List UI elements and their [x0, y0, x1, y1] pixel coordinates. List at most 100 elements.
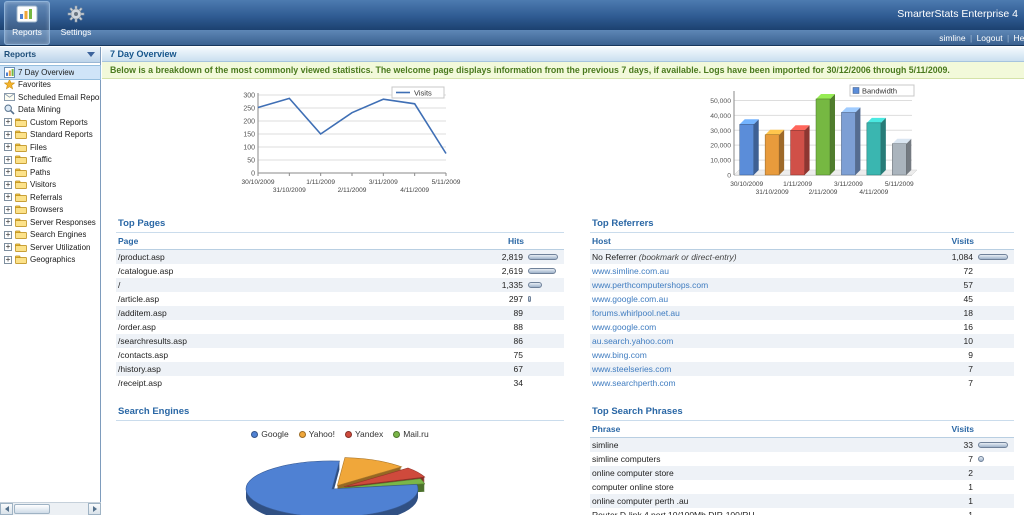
expand-plus-icon[interactable]: + — [4, 193, 12, 201]
mining-icon — [4, 104, 15, 115]
user-link-logout[interactable]: Logout — [977, 33, 1003, 43]
sidebar-tree: 7 Day OverviewFavorites Scheduled Email R… — [0, 63, 100, 266]
sidebar-item-data-mining[interactable]: Data Mining — [0, 104, 100, 117]
value-bar — [528, 268, 556, 274]
svg-text:31/10/2009: 31/10/2009 — [756, 189, 789, 196]
app-brand: SmarterStats Enterprise 4 — [897, 8, 1018, 20]
sidebar-item-label: Favorites — [18, 80, 51, 89]
expand-plus-icon[interactable]: + — [4, 131, 12, 139]
collapse-arrow-icon[interactable] — [87, 52, 95, 57]
top-referrers-title: Top Referrers — [590, 216, 1014, 233]
row-link[interactable]: au.search.yahoo.com — [592, 336, 673, 346]
expand-plus-icon[interactable]: + — [4, 243, 12, 251]
sidebar-header[interactable]: Reports — [0, 47, 100, 63]
search-engines-pie-chart — [228, 443, 564, 515]
row-link[interactable]: www.steelseries.com — [592, 364, 671, 374]
legend-yahoo: Yahoo! — [299, 429, 335, 439]
svg-text:1/11/2009: 1/11/2009 — [783, 181, 812, 188]
top-pages-title: Top Pages — [116, 216, 564, 233]
sidebar-item-custom-reports[interactable]: +Custom Reports — [0, 116, 100, 129]
svg-text:5/11/2009: 5/11/2009 — [885, 181, 914, 188]
svg-text:200: 200 — [243, 119, 255, 126]
scroll-right-button[interactable] — [88, 503, 101, 515]
sidebar-item-traffic[interactable]: +Traffic — [0, 154, 100, 167]
scrollbar-track[interactable] — [13, 503, 88, 515]
expand-plus-icon[interactable]: + — [4, 256, 12, 264]
sidebar-item-visitors[interactable]: +Visitors — [0, 179, 100, 192]
table-row: www.simline.com.au 72 — [590, 264, 1014, 278]
row-link[interactable]: forums.whirlpool.net.au — [592, 308, 680, 318]
row-link[interactable]: www.bing.com — [592, 350, 647, 360]
value-bar — [978, 254, 1008, 260]
top-search-phrases-section: Top Search Phrases PhraseVisitssimline33… — [590, 404, 1014, 515]
value-bar — [978, 442, 1008, 448]
sidebar: Reports 7 Day OverviewFavorites Scheduled… — [0, 47, 101, 515]
expand-plus-icon[interactable]: + — [4, 218, 12, 226]
svg-text:10,000: 10,000 — [710, 158, 731, 165]
user-links-bar: simline | Logout | Help — [0, 30, 1024, 46]
row-value: 45 — [928, 294, 978, 304]
user-link-help[interactable]: Help — [1014, 33, 1024, 43]
expand-plus-icon[interactable]: + — [4, 143, 12, 151]
table-row: simline computers7 — [590, 452, 1014, 466]
svg-text:3/11/2009: 3/11/2009 — [834, 181, 863, 188]
scroll-left-button[interactable] — [0, 503, 13, 515]
svg-text:40,000: 40,000 — [710, 113, 731, 120]
row-note: (bookmark or direct-entry) — [636, 252, 736, 262]
svg-text:4/11/2009: 4/11/2009 — [400, 187, 429, 194]
expand-plus-icon[interactable]: + — [4, 168, 12, 176]
row-label: Router D-link 4 port 10/100Mb DIR-100/RU — [592, 510, 755, 515]
row-label: /catalogue.asp — [118, 266, 173, 276]
sidebar-item-label: Files — [30, 143, 47, 152]
sidebar-item-browsers[interactable]: +Browsers — [0, 204, 100, 217]
sidebar-item-server-utilization[interactable]: +Server Utilization — [0, 241, 100, 254]
expand-plus-icon[interactable]: + — [4, 231, 12, 239]
sidebar-item-referrals[interactable]: +Referrals — [0, 191, 100, 204]
reports-button[interactable]: Reports — [4, 1, 50, 45]
scrollbar-thumb[interactable] — [14, 504, 50, 514]
svg-text:250: 250 — [243, 106, 255, 113]
settings-icon — [54, 5, 98, 27]
bandwidth-bar-chart: 010,00020,00030,00040,00050,00030/10/200… — [690, 83, 954, 207]
sidebar-item-server-responses[interactable]: + Server Responses — [0, 216, 100, 229]
sidebar-item-favorites[interactable]: Favorites — [0, 79, 100, 92]
table-row: www.google.com16 — [590, 320, 1014, 334]
charts-row: 05010015020025030030/10/200931/10/20091/… — [102, 79, 1024, 212]
row-value: 1,084 — [928, 252, 978, 262]
folder-icon — [15, 193, 27, 202]
sidebar-item-geographics[interactable]: +Geographics — [0, 254, 100, 267]
row-link[interactable]: www.searchperth.com — [592, 378, 676, 388]
folder-icon — [15, 143, 27, 152]
legend-label: Yahoo! — [309, 429, 335, 439]
sidebar-item-paths[interactable]: +Paths — [0, 166, 100, 179]
sidebar-item-7-day-overview[interactable]: 7 Day Overview — [0, 66, 100, 79]
row-value: 72 — [928, 266, 978, 276]
top-referrers-column-host: Host — [590, 233, 926, 250]
sidebar-horizontal-scrollbar[interactable] — [0, 502, 101, 515]
pie-legend: GoogleYahoo!YandexMail.ru — [116, 429, 564, 439]
sidebar-item-files[interactable]: + Files — [0, 141, 100, 154]
row-value: 1,335 — [478, 280, 528, 290]
sidebar-item-label: Server Responses — [30, 218, 96, 227]
folder-icon — [15, 118, 27, 127]
expand-plus-icon[interactable]: + — [4, 206, 12, 214]
top-search-phrases-column-visits: Visits — [926, 421, 1014, 438]
row-link[interactable]: www.simline.com.au — [592, 266, 669, 276]
row-value: 86 — [478, 336, 528, 346]
sidebar-item-standard-reports[interactable]: +Standard Reports — [0, 129, 100, 142]
top-referrers-column-visits: Visits — [926, 233, 1014, 250]
notice-banner: Below is a breakdown of the most commonl… — [102, 62, 1024, 79]
expand-plus-icon[interactable]: + — [4, 181, 12, 189]
user-link-simline[interactable]: simline — [939, 33, 965, 43]
settings-button[interactable]: Settings — [53, 1, 99, 45]
sidebar-item-scheduled-email-reports[interactable]: Scheduled Email Reports — [0, 91, 100, 104]
row-link[interactable]: www.google.com.au — [592, 294, 668, 304]
row-value: 297 — [478, 294, 528, 304]
row-link[interactable]: www.google.com — [592, 322, 656, 332]
expand-plus-icon[interactable]: + — [4, 156, 12, 164]
row-link[interactable]: www.perthcomputershops.com — [592, 280, 708, 290]
svg-text:0: 0 — [251, 171, 255, 178]
sidebar-item-search-engines[interactable]: +Search Engines — [0, 229, 100, 242]
expand-plus-icon[interactable]: + — [4, 118, 12, 126]
row-value: 57 — [928, 280, 978, 290]
